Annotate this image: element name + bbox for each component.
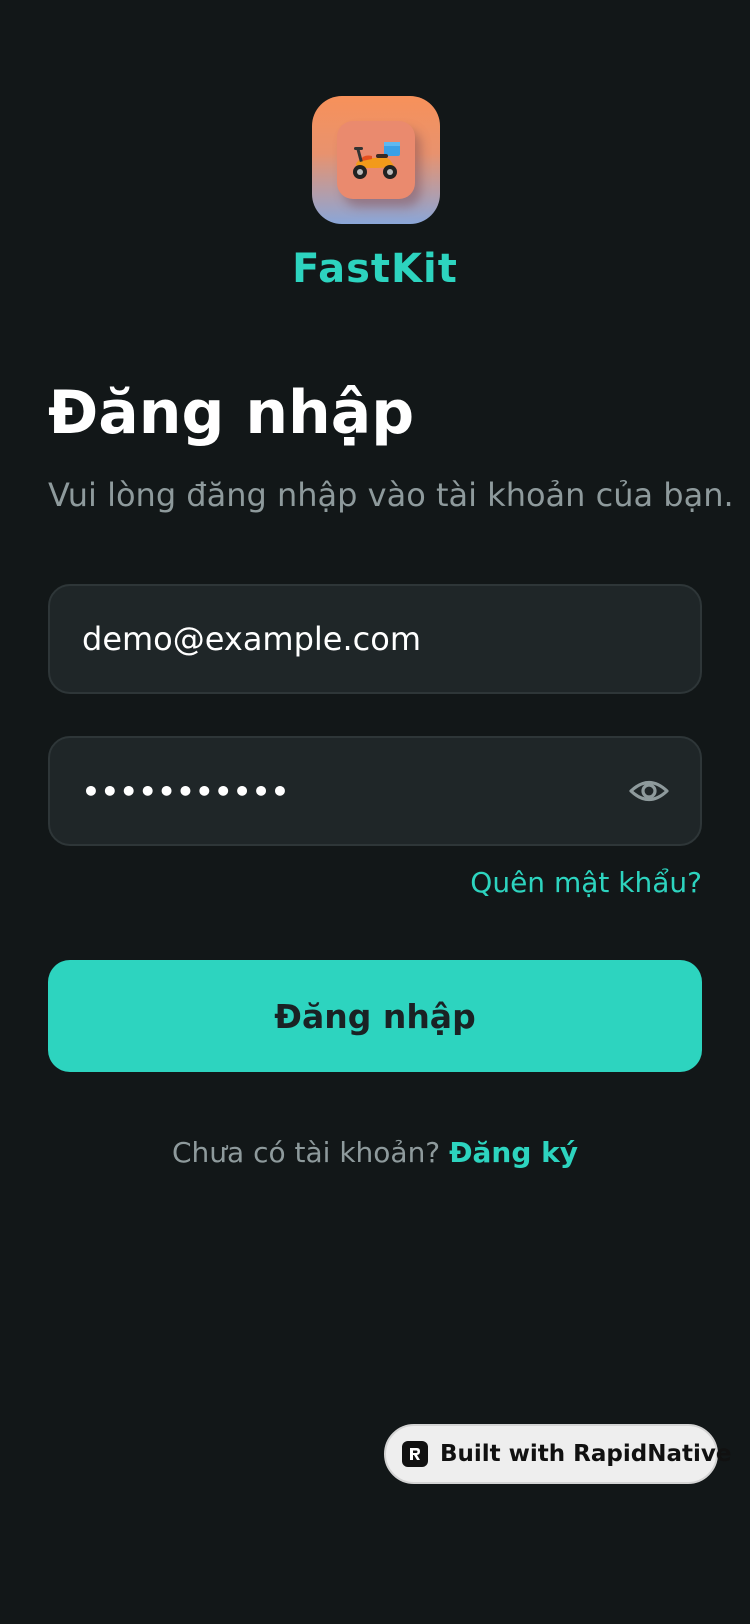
password-input[interactable]	[82, 738, 622, 844]
page-subtitle: Vui lòng đăng nhập vào tài khoản của bạn…	[48, 476, 734, 514]
email-field[interactable]	[48, 584, 702, 694]
signup-prompt: Chưa có tài khoản?	[171, 1136, 441, 1169]
password-field[interactable]	[48, 736, 702, 846]
rapidnative-logo-icon	[402, 1441, 428, 1467]
page-title: Đăng nhập	[48, 378, 415, 448]
app-logo	[312, 96, 440, 224]
signup-link[interactable]: Đăng ký	[449, 1136, 578, 1169]
brand-name: FastKit	[292, 246, 458, 292]
login-screen: FastKit Đăng nhập Vui lòng đăng nhập vào…	[0, 0, 750, 1624]
built-with-badge[interactable]: Built with RapidNative	[384, 1424, 731, 1484]
forgot-password-link[interactable]: Quên mật khẩu?	[470, 866, 702, 899]
eye-icon[interactable]	[628, 771, 670, 811]
scooter-icon	[353, 142, 400, 179]
signup-row: Chưa có tài khoản? Đăng ký	[0, 1136, 750, 1169]
email-input[interactable]	[82, 586, 622, 692]
login-button[interactable]: Đăng nhập	[48, 960, 702, 1072]
app-logo-tile	[337, 121, 415, 199]
badge-label: Built with RapidNative	[440, 1441, 732, 1467]
